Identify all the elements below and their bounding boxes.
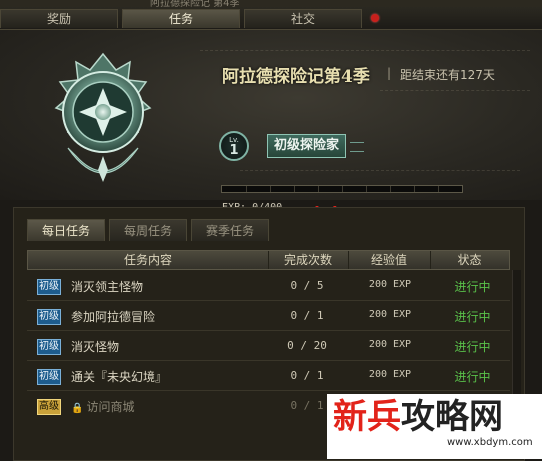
watermark-logo-part1: 新兵 — [333, 397, 401, 437]
exp-segment-divider — [438, 186, 439, 192]
quest-name: 消灭领主怪物 — [71, 280, 144, 294]
level-badge: Lv. 1 — [219, 131, 249, 161]
column-header-exp: 经验值 — [348, 251, 431, 269]
season-emblem-icon — [54, 52, 152, 182]
quest-name: 参加阿拉德冒险 — [71, 310, 156, 324]
quest-count: 0 / 5 — [290, 279, 324, 292]
watermark-logo-text: 新兵攻略网 — [333, 398, 503, 436]
tab-social-label: 社交 — [290, 12, 315, 26]
exp-segment-divider — [318, 186, 319, 192]
quest-name: 通关『未央幻境』 — [71, 370, 168, 384]
exp-segment-divider — [270, 186, 271, 192]
watermark-logo-part2: 攻略网 — [401, 397, 503, 437]
rank-title: 初级探险家 — [267, 134, 347, 158]
quest-name: 🔒 访问商城 — [71, 398, 134, 415]
level-number: 1 — [229, 143, 239, 158]
tab-social[interactable]: 社交 — [244, 9, 379, 28]
exp-segment-divider — [390, 186, 391, 192]
tier-badge: 初级 — [37, 279, 61, 295]
watermark-logo: 新兵攻略网 www.xbdym.com — [327, 394, 542, 459]
quest-exp: 200 EXP — [368, 279, 412, 290]
notification-dot-icon — [371, 14, 379, 22]
tab-season-quests[interactable]: 赛季任务 — [191, 219, 269, 241]
quest-count: 0 / 1 — [290, 369, 324, 382]
quest-exp: 200 EXP — [368, 309, 412, 320]
tab-daily-quests[interactable]: 每日任务 — [27, 219, 105, 241]
season-countdown: 距结束还有127天 — [400, 68, 495, 82]
quest-name: 消灭怪物 — [71, 340, 120, 354]
exp-segment-divider — [342, 186, 343, 192]
watermark-logo-url: www.xbdym.com — [447, 437, 533, 448]
tab-weekly-quests[interactable]: 每周任务 — [109, 219, 187, 241]
quest-exp: 200 EXP — [368, 339, 412, 350]
tier-badge: 初级 — [37, 309, 61, 325]
map-decoration — [200, 50, 530, 51]
column-header-status: 状态 — [457, 253, 482, 267]
quest-row[interactable]: 初级 消灭领主怪物 0 / 5 200 EXP 进行中 — [27, 272, 510, 301]
tab-rewards[interactable]: 奖励 — [0, 9, 118, 28]
exp-segment-divider — [414, 186, 415, 192]
tab-quests[interactable]: 任务 — [122, 9, 240, 28]
column-header-count: 完成次数 — [268, 251, 349, 269]
title-separator: | — [387, 66, 392, 80]
quest-status: 进行中 — [454, 310, 491, 324]
map-decoration — [380, 90, 530, 91]
column-header-quest: 任务内容 — [28, 251, 269, 269]
map-decoration — [240, 170, 520, 171]
quest-row[interactable]: 初级 参加阿拉德冒险 0 / 1 200 EXP 进行中 — [27, 302, 510, 331]
quest-status: 进行中 — [454, 340, 491, 354]
season-title: 阿拉德探险记第4季 — [222, 67, 370, 87]
quest-status: 进行中 — [454, 370, 491, 384]
tab-rewards-label: 奖励 — [46, 12, 71, 26]
quest-exp: 200 EXP — [368, 369, 412, 380]
lock-icon: 🔒 — [71, 403, 84, 414]
tier-badge-high: 高级 — [37, 399, 61, 415]
season-header: 阿拉德探险记第4季 | 距结束还有127天 Lv. 1 初级探险家 EXP: 0… — [0, 30, 542, 222]
exp-progress-bar — [221, 185, 463, 193]
tab-quests-label: 任务 — [168, 12, 193, 26]
tier-badge: 初级 — [37, 339, 61, 355]
exp-segment-divider — [246, 186, 247, 192]
quest-count: 0 / 20 — [287, 339, 327, 352]
quest-count: 0 / 1 — [290, 309, 324, 322]
quest-row[interactable]: 初级 消灭怪物 0 / 20 200 EXP 进行中 — [27, 332, 510, 361]
quest-table-header: 任务内容 完成次数 经验值 状态 — [27, 250, 510, 270]
quest-status: 进行中 — [454, 280, 491, 294]
exp-segment-divider — [366, 186, 367, 192]
rank-tag-decoration — [350, 142, 364, 152]
quest-name-text: 访问商城 — [86, 400, 135, 414]
tier-badge: 初级 — [37, 369, 61, 385]
exp-segment-divider — [294, 186, 295, 192]
main-tab-bar: 奖励 任务 社交 — [0, 7, 542, 30]
quest-row[interactable]: 初级 通关『未央幻境』 0 / 1 200 EXP 进行中 — [27, 362, 510, 391]
